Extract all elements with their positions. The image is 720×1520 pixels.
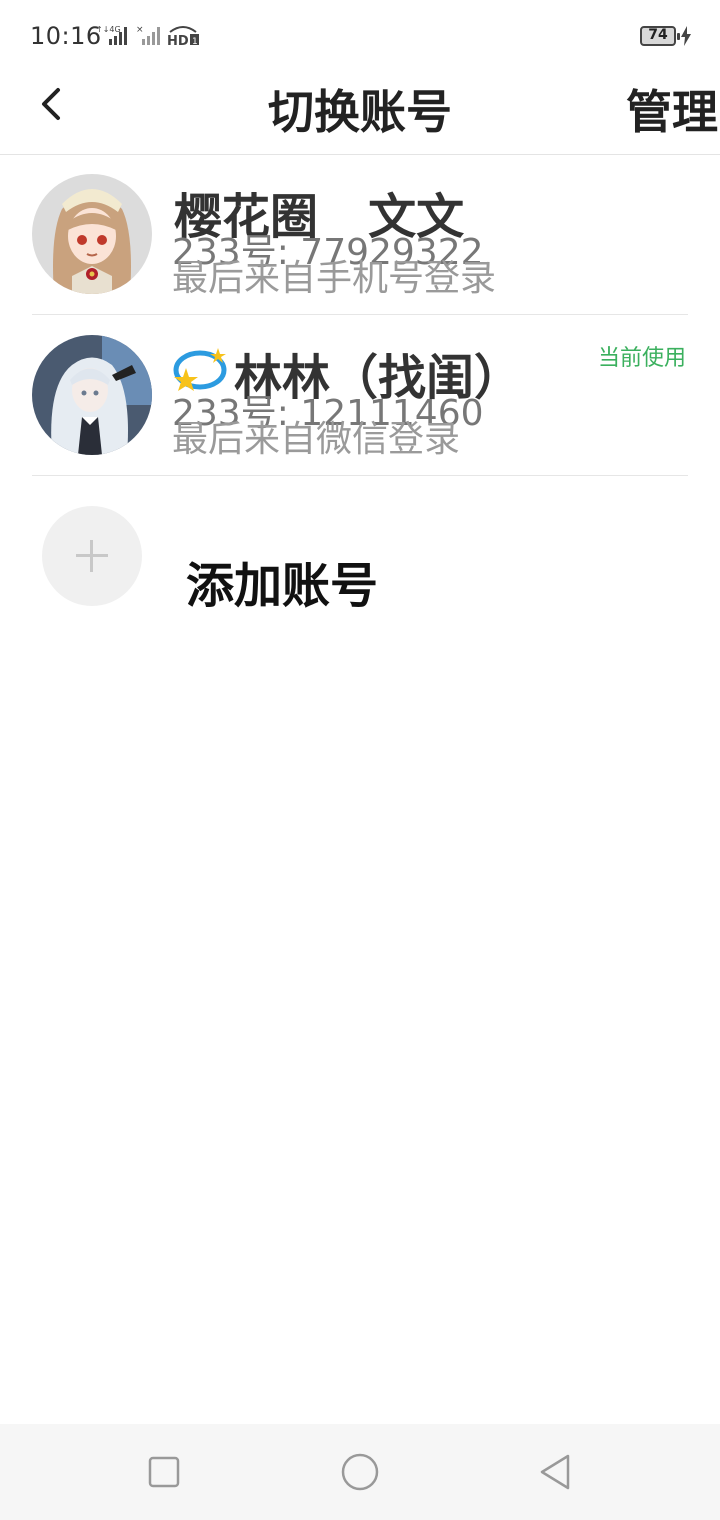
recent-apps-icon[interactable] <box>142 1450 186 1494</box>
back-triangle-icon[interactable] <box>534 1450 578 1494</box>
home-icon[interactable] <box>338 1450 382 1494</box>
signal-4g-icon: ↑↓4G <box>96 25 127 45</box>
svg-text:HD: HD <box>167 34 189 46</box>
avatar <box>32 335 152 455</box>
charging-icon <box>681 26 691 46</box>
svg-text:×: × <box>136 25 144 35</box>
battery-level: 74 <box>648 27 668 43</box>
plus-icon[interactable] <box>42 506 142 606</box>
header: 切换账号 管理 <box>0 70 720 155</box>
svg-text:1: 1 <box>192 37 198 46</box>
divider <box>32 314 688 315</box>
system-nav-bar <box>0 1424 720 1520</box>
status-time: 10:16 <box>30 22 102 50</box>
account-login-method: 最后来自微信登录 <box>172 419 461 460</box>
add-account-button[interactable]: 添加账号 <box>0 476 720 636</box>
signal-icon: × <box>136 25 160 45</box>
battery-icon: 74 <box>640 26 680 46</box>
account-row[interactable]: 林林（找闺） 当前使用 233号: 12111460 最后来自微信登录 <box>0 316 720 476</box>
status-bar: 10:16 ↑↓4G × HD 1 74 <box>0 0 720 70</box>
hd-icon: HD 1 <box>167 26 199 46</box>
manage-button[interactable]: 管理 <box>626 76 718 142</box>
add-account-label: 添加账号 <box>186 558 379 614</box>
avatar <box>32 174 152 294</box>
account-row[interactable]: 樱花圈 文文 233号: 77929322 最后来自手机号登录 <box>0 155 720 315</box>
svg-text:↑↓4G: ↑↓4G <box>96 25 121 34</box>
page-title: 切换账号 <box>268 85 452 139</box>
account-login-method: 最后来自手机号登录 <box>172 258 497 299</box>
current-account-label: 当前使用 <box>597 346 686 371</box>
